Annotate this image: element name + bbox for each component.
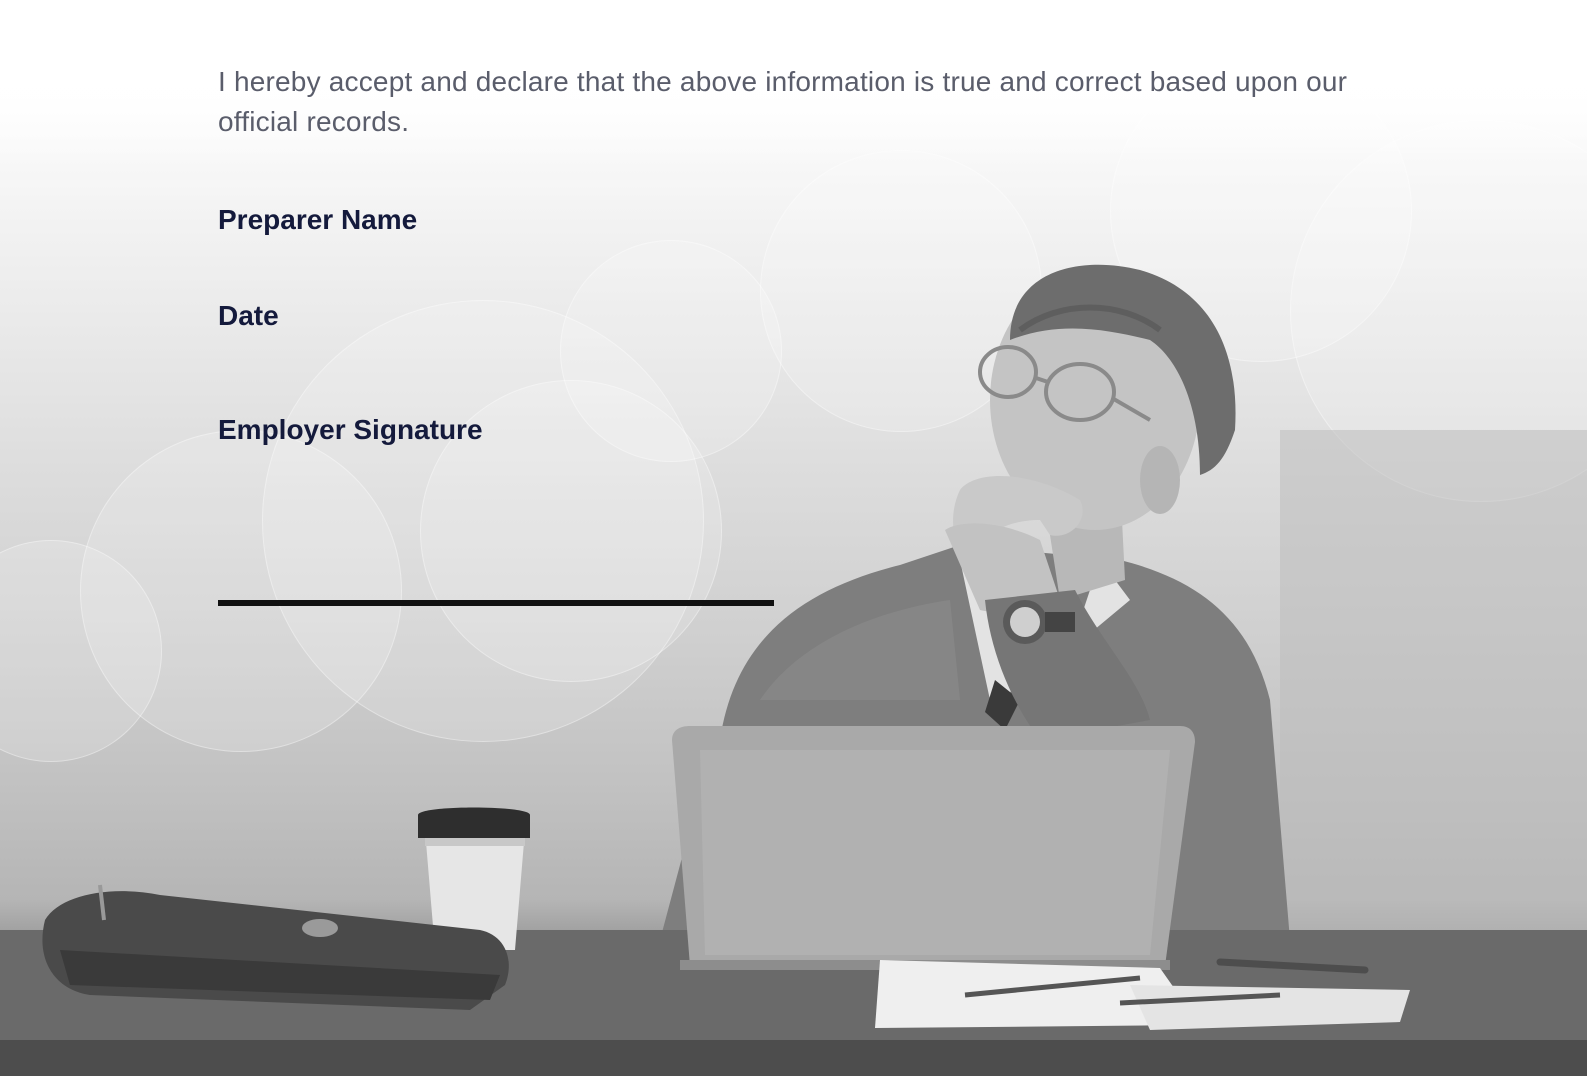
employer-signature-label: Employer Signature (218, 414, 483, 445)
signature-line[interactable] (218, 600, 774, 606)
date-label: Date (218, 300, 279, 331)
document-page: I hereby accept and declare that the abo… (0, 0, 1587, 1076)
preparer-name-label: Preparer Name (218, 204, 418, 235)
declaration-text: I hereby accept and declare that the abo… (218, 66, 1348, 137)
thinking-man-at-laptop-photo (0, 264, 1587, 1076)
